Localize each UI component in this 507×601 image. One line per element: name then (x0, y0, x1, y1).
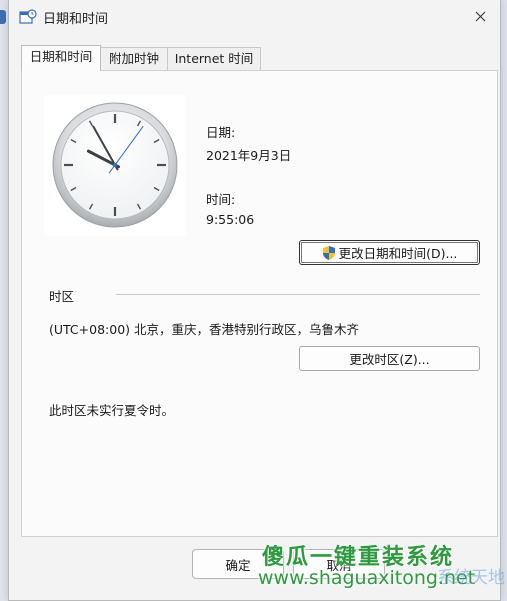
tab-additional-clocks[interactable]: 附加时钟 (100, 47, 168, 70)
dst-note: 此时区未实行夏令时。 (49, 403, 175, 418)
change-timezone-button[interactable]: 更改时区(Z)... (299, 346, 480, 371)
close-button[interactable] (460, 0, 500, 32)
tab-internet-time[interactable]: Internet 时间 (167, 47, 261, 70)
date-time-panel: 日期: 2021年9月3日 时间: 9:55:06 更改日期和时间(D)... … (21, 70, 498, 537)
ok-button[interactable]: 确定 (192, 549, 284, 579)
uac-shield-icon (322, 245, 335, 260)
tab-date-time[interactable]: 日期和时间 (21, 45, 101, 71)
time-label: 时间: (206, 192, 236, 207)
time-value: 9:55:06 (206, 212, 255, 227)
change-date-time-button[interactable]: 更改日期和时间(D)... (299, 240, 480, 265)
cancel-button[interactable]: 取消 (293, 549, 385, 579)
change-timezone-label: 更改时区(Z)... (349, 352, 430, 367)
clock-face (52, 102, 178, 228)
cancel-button-label: 取消 (326, 557, 352, 573)
date-value: 2021年9月3日 (206, 148, 292, 163)
close-icon (475, 11, 485, 21)
timezone-value: (UTC+08:00) 北京，重庆，香港特别行政区，乌鲁木齐 (49, 322, 360, 337)
ok-button-label: 确定 (225, 557, 251, 573)
datetime-app-icon (19, 9, 37, 24)
timezone-section-label: 时区 (49, 289, 75, 304)
date-time-dialog: 日期和时间 日期和时间 附加时钟 Internet 时间 日期: 2021年9月… (8, 0, 501, 601)
window-title: 日期和时间 (43, 12, 109, 27)
change-date-time-label: 更改日期和时间(D)... (338, 246, 458, 261)
timezone-divider (116, 294, 480, 295)
title-bar: 日期和时间 (9, 0, 500, 34)
analog-clock (44, 95, 186, 236)
date-label: 日期: (206, 125, 236, 140)
background-window-edge (0, 10, 6, 24)
